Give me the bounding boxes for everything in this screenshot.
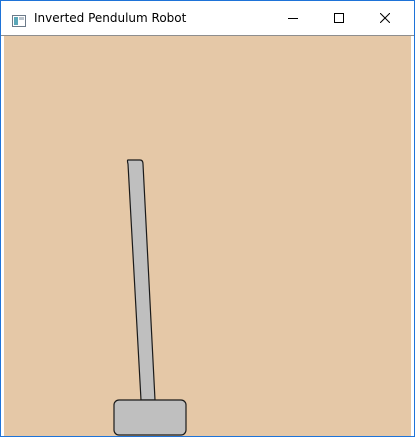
app-window: Inverted Pendulum Robot: [0, 0, 415, 437]
app-icon: [12, 12, 26, 27]
robot-base: [113, 399, 187, 436]
window-title: Inverted Pendulum Robot: [34, 11, 187, 25]
minimize-icon: [288, 18, 298, 19]
canvas-background: [4, 36, 411, 436]
close-icon: [380, 13, 390, 23]
title-bar[interactable]: Inverted Pendulum Robot: [1, 1, 414, 35]
maximize-button[interactable]: [316, 1, 362, 35]
maximize-icon: [334, 13, 344, 23]
minimize-button[interactable]: [270, 1, 316, 35]
simulation-canvas: [4, 36, 411, 436]
close-button[interactable]: [362, 1, 408, 35]
